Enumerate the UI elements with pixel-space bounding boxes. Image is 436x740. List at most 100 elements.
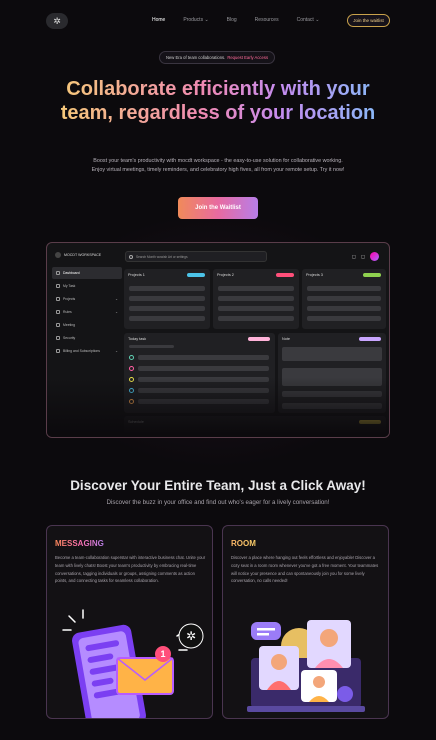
top-nav: ✲ Home Products ⌄ Blog Resources Contact… — [0, 0, 436, 42]
project-title: Projects 2 — [217, 273, 234, 277]
project-line — [307, 306, 381, 311]
card-icon — [56, 349, 60, 353]
project-line — [218, 306, 294, 311]
note-title: Note — [282, 337, 291, 341]
dashboard-search-input[interactable]: Search Month wowish Art or settings — [125, 251, 267, 262]
sidebar-item-label: Dashboard — [63, 271, 80, 275]
note-block — [282, 347, 382, 361]
feature-title: ROOM — [231, 539, 256, 548]
sidebar-item-label: Rules — [63, 310, 72, 314]
feature-card-room: ROOM Discover a place where hanging out … — [222, 525, 389, 719]
sidebar-item-my-task[interactable]: My Task — [52, 280, 122, 292]
project-line — [218, 296, 294, 301]
workspace-logo-icon — [55, 252, 61, 258]
chevron-down-icon: ⌄ — [115, 349, 118, 353]
feature-card-messaging: MESSAGING Become a team-collaboration su… — [46, 525, 213, 719]
project-line — [307, 316, 381, 321]
project-line — [307, 286, 381, 291]
messaging-illustration: 1 ✲ — [62, 609, 204, 718]
sidebar-item-rules[interactable]: Rules ⌄ — [52, 306, 122, 318]
sidebar-item-meeting[interactable]: Meeting — [52, 319, 122, 331]
workspace-name: MOCDT WORKSPACE — [64, 253, 102, 257]
today-task-card: Today task — [124, 333, 275, 413]
pill-text: New Era of team collaborations. — [165, 55, 226, 60]
dashboard-icon — [56, 271, 60, 275]
room-illustration — [247, 620, 365, 712]
notification-badge: 1 — [160, 649, 165, 659]
schedule-tag — [359, 420, 381, 424]
schedule-title: Schedule — [128, 420, 144, 424]
schedule-card: Schedule — [124, 416, 386, 437]
project-line — [129, 286, 205, 291]
task-icon — [56, 284, 60, 288]
nav-waitlist-button[interactable]: Join the waitlist — [347, 14, 390, 27]
nav-link-products[interactable]: Products ⌄ — [183, 17, 208, 23]
sidebar-item-label: My Task — [63, 284, 76, 288]
task-line — [138, 355, 269, 360]
task-checkbox[interactable] — [129, 399, 134, 404]
sidebar-item-dashboard[interactable]: Dashboard — [52, 267, 122, 279]
rules-icon — [56, 310, 60, 314]
nav-link-blog[interactable]: Blog — [227, 17, 237, 23]
nav-link-resources[interactable]: Resources — [255, 17, 279, 23]
video-icon — [56, 323, 60, 327]
project-tag — [363, 273, 381, 277]
project-title: Projects 1 — [128, 273, 145, 277]
project-line — [129, 306, 205, 311]
task-checkbox[interactable] — [129, 377, 134, 382]
project-line — [129, 296, 205, 301]
sidebar-item-security[interactable]: Security — [52, 332, 122, 344]
hero-title: Collaborate efficiently with your team, … — [60, 78, 376, 124]
sidebar-item-label: Billing and Subscriptions — [63, 349, 100, 353]
brand-logo-icon[interactable]: ✲ — [46, 13, 68, 29]
project-card-2[interactable]: Projects 2 — [213, 269, 299, 329]
join-waitlist-button[interactable]: Join the Waitlist — [178, 197, 258, 219]
project-line — [218, 316, 294, 321]
project-tag — [187, 273, 205, 277]
dashboard-sidebar: MOCDT WORKSPACE Dashboard My Task Projec… — [52, 248, 122, 437]
task-checkbox[interactable] — [129, 366, 134, 371]
sidebar-item-label: Meeting — [63, 323, 76, 327]
note-card: Note — [278, 333, 386, 413]
project-line — [129, 316, 205, 321]
project-card-1[interactable]: Projects 1 — [124, 269, 210, 329]
task-line — [138, 388, 269, 393]
chevron-down-icon: ⌄ — [115, 310, 118, 314]
task-line — [138, 399, 269, 404]
project-tag — [276, 273, 294, 277]
sidebar-item-projects[interactable]: Projects ⌄ — [52, 293, 122, 305]
bell-icon[interactable]: ◻ — [352, 254, 356, 260]
task-checkbox[interactable] — [129, 355, 134, 360]
task-checkbox[interactable] — [129, 388, 134, 393]
feature-title: MESSAGING — [55, 539, 104, 548]
shield-icon — [56, 336, 60, 340]
sidebar-item-billing[interactable]: Billing and Subscriptions ⌄ — [52, 345, 122, 357]
discover-title: Discover Your Entire Team, Just a Click … — [70, 478, 366, 493]
announcement-pill: New Era of team collaborations. Request … — [159, 51, 275, 64]
chevron-down-icon: ⌄ — [115, 297, 118, 301]
settings-icon[interactable]: ◻ — [361, 254, 365, 260]
project-line — [307, 296, 381, 301]
today-task-title: Today task — [128, 337, 147, 341]
nav-link-contact[interactable]: Contact ⌄ — [297, 17, 320, 23]
project-line — [218, 286, 294, 291]
task-line — [138, 377, 269, 382]
avatar[interactable] — [370, 252, 379, 261]
note-block — [282, 368, 382, 386]
workspace-header: MOCDT WORKSPACE — [52, 248, 122, 262]
note-block — [282, 403, 382, 409]
today-task-tag — [248, 337, 270, 341]
task-line — [138, 366, 269, 371]
project-title: Projects 3 — [306, 273, 323, 277]
note-block — [282, 391, 382, 397]
note-tag — [359, 337, 381, 341]
task-subheader — [129, 345, 174, 348]
project-card-3[interactable]: Projects 3 — [302, 269, 386, 329]
early-access-link[interactable]: Request Early Access — [227, 55, 268, 60]
topbar-icons: ◻ ◻ — [352, 252, 379, 261]
nav-link-home[interactable]: Home — [152, 17, 165, 23]
feature-text: Become a team-collaboration superstar wi… — [55, 555, 206, 584]
sidebar-item-label: Projects — [63, 297, 76, 301]
sidebar-item-label: Security — [63, 336, 76, 340]
folder-icon — [56, 297, 60, 301]
